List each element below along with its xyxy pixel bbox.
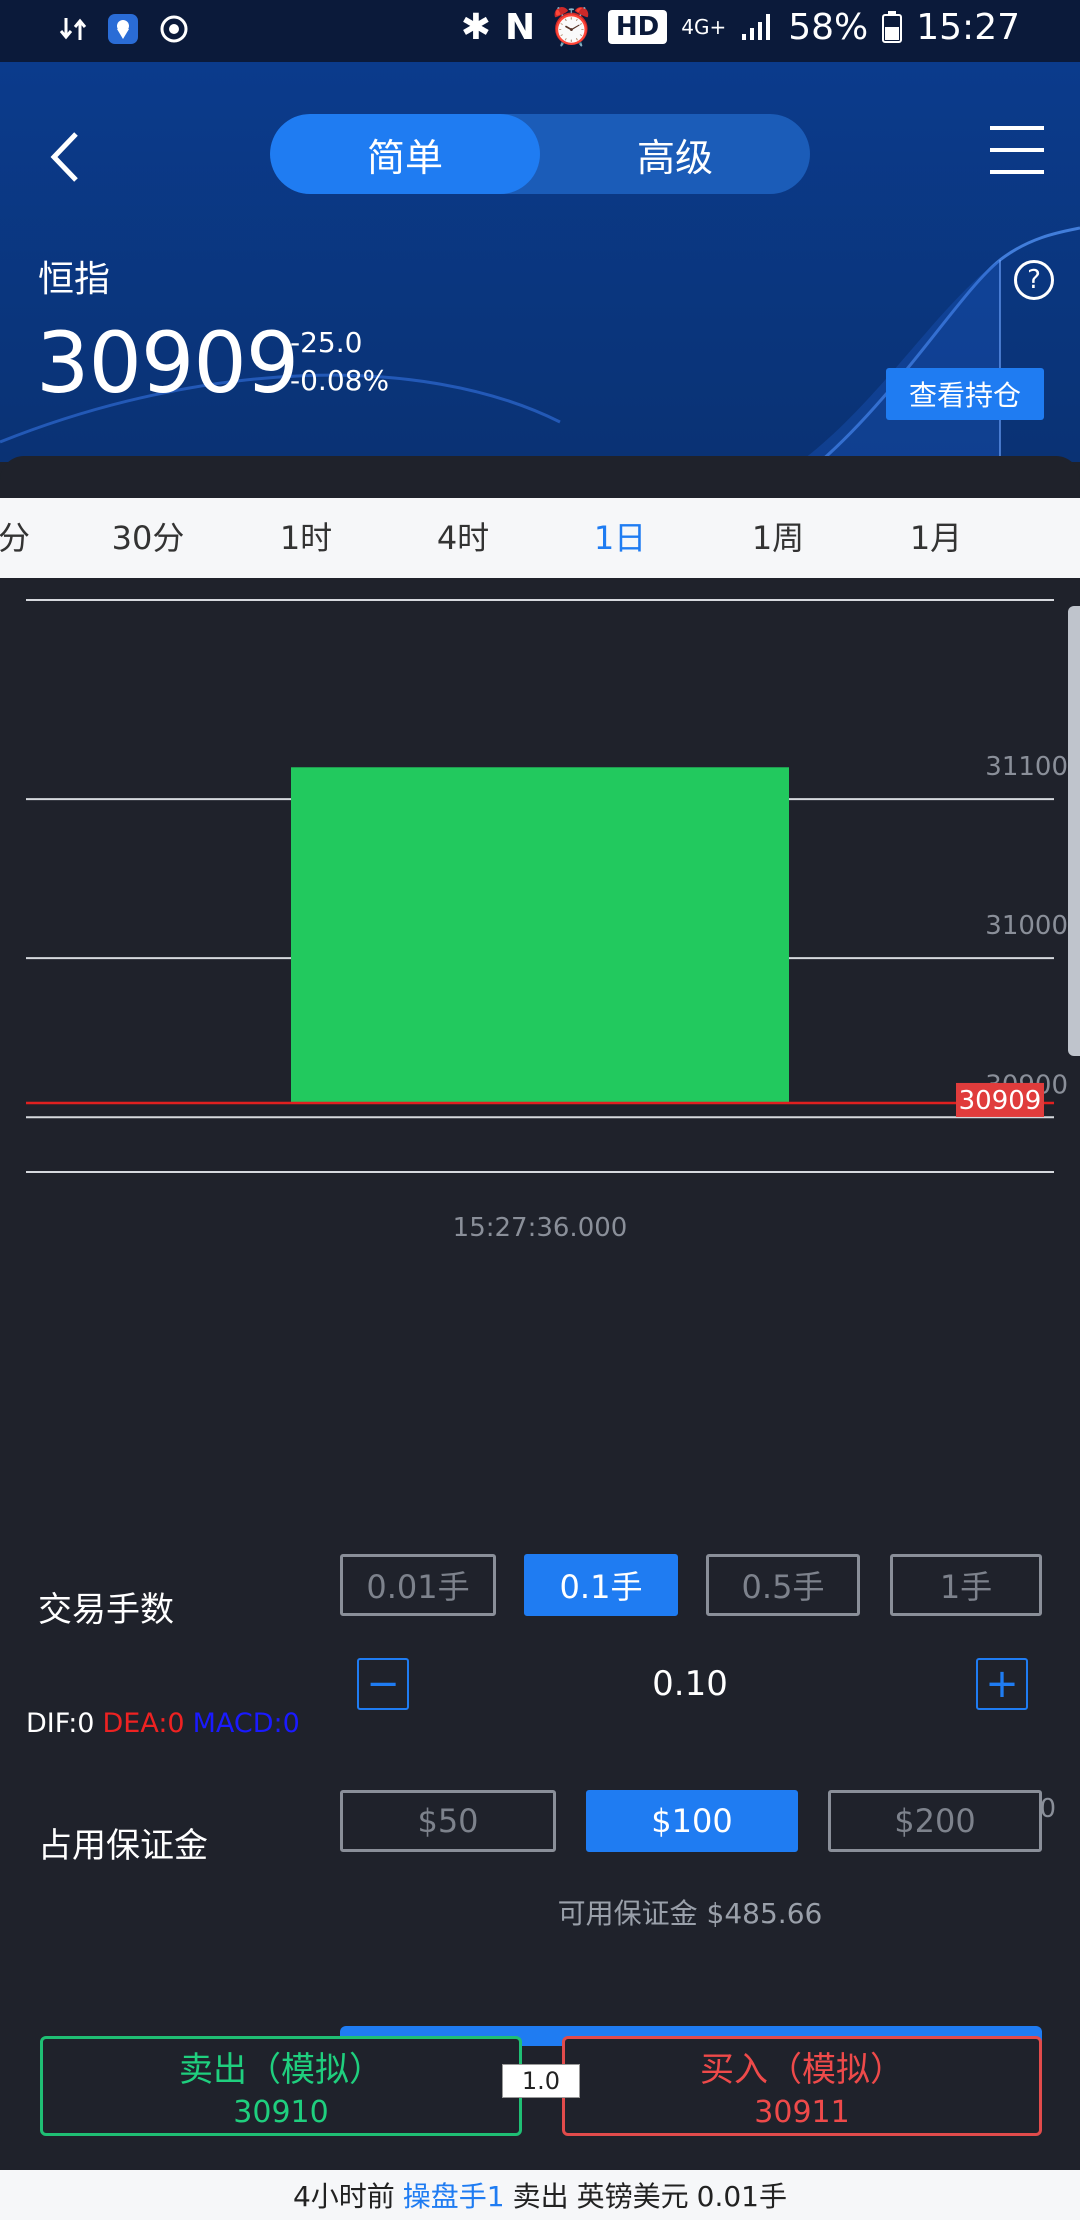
- bluetooth-icon: ✱: [460, 6, 491, 48]
- tab-timeframe-30m[interactable]: 30分: [112, 498, 185, 578]
- margin-option-200[interactable]: $200: [828, 1790, 1042, 1852]
- mode-toggle: 简单 高级: [270, 114, 810, 194]
- available-margin: 可用保证金 $485.66: [557, 1897, 823, 1930]
- current-price: 30909: [36, 314, 299, 412]
- view-positions-button[interactable]: 查看持仓: [886, 368, 1044, 420]
- activity-ticker: 4小时前 操盘手1 卖出 英镑美元 0.01手: [0, 2170, 1080, 2220]
- tab-simple[interactable]: 简单: [270, 114, 540, 194]
- quote-header: 简单 高级 恒指 30909 -25.0 -0.08% ? 查看持仓: [0, 62, 1080, 462]
- main-panel: 分 30分 1时 4时 1日 1周 1月 3110031000309003090…: [0, 456, 1080, 2220]
- lot-size-label: 交易手数: [38, 1590, 174, 1630]
- lot-option-0.01[interactable]: 0.01手: [340, 1554, 496, 1616]
- price-chart[interactable]: 3110031000309003090915:27:36.000: [0, 596, 1080, 1356]
- status-icons-left: [58, 12, 190, 46]
- tab-timeframe-1mo[interactable]: 1月: [910, 498, 962, 578]
- candle-body: [291, 767, 789, 1103]
- ticker-instrument: 英镑美元: [576, 2180, 689, 2213]
- instrument-name: 恒指: [38, 259, 111, 300]
- margin-label: 占用保证金: [38, 1826, 208, 1866]
- hd-badge: HD: [607, 10, 668, 44]
- y-tick-label: 31100: [985, 752, 1068, 782]
- tab-advanced[interactable]: 高级: [540, 114, 810, 194]
- price-change-percent: -0.08%: [290, 364, 390, 397]
- y-tick-label: 31000: [985, 911, 1068, 941]
- lot-option-0.5[interactable]: 0.5手: [706, 1554, 860, 1616]
- buy-label: 买入（模拟）: [700, 2050, 904, 2090]
- nfc-icon: N: [504, 6, 536, 48]
- app-screen: ✱ N ⏰ HD 4G+ 58% 15:27 简单 高级 恒指 30909 -2…: [0, 0, 1080, 2220]
- help-icon[interactable]: ?: [1014, 260, 1054, 300]
- x-tick-label: 15:27:36.000: [453, 1213, 628, 1243]
- quantity-value: 0.10: [652, 1664, 728, 1704]
- lot-option-1[interactable]: 1手: [890, 1554, 1042, 1616]
- tab-timeframe-1h[interactable]: 1时: [280, 498, 332, 578]
- margin-option-100[interactable]: $100: [586, 1790, 798, 1852]
- macd-value: MACD:0: [192, 1708, 300, 1739]
- status-bar: ✱ N ⏰ HD 4G+ 58% 15:27: [0, 0, 1080, 62]
- menu-icon[interactable]: [990, 126, 1044, 174]
- signal-icon: [742, 14, 771, 40]
- ticker-action: 卖出: [512, 2180, 569, 2213]
- timeframe-tabs: 分 30分 1时 4时 1日 1周 1月: [0, 498, 1080, 578]
- ticker-amount: 0.01手: [696, 2180, 788, 2213]
- buy-price: 30911: [754, 2095, 850, 2130]
- tab-timeframe-4h[interactable]: 4时: [437, 498, 489, 578]
- lot-option-0.1[interactable]: 0.1手: [524, 1554, 678, 1616]
- status-icons-right: ✱ N ⏰ HD 4G+ 58% 15:27: [460, 6, 1020, 49]
- sync-icon: [160, 15, 188, 43]
- location-app-icon: [108, 14, 138, 44]
- chart-scroll-handle[interactable]: [1068, 606, 1080, 1056]
- battery-percent: 58%: [788, 6, 869, 48]
- quantity-decrease-button[interactable]: −: [357, 1658, 409, 1710]
- sell-price: 30910: [233, 2095, 329, 2130]
- data-transfer-icon: [59, 18, 87, 40]
- tab-timeframe-1d[interactable]: 1日: [594, 498, 646, 578]
- sell-label: 卖出（模拟）: [179, 2050, 383, 2090]
- spread-badge: 1.0: [502, 2064, 580, 2098]
- current-price-tag-label: 30909: [959, 1086, 1042, 1116]
- battery-icon: [882, 11, 903, 43]
- buy-button[interactable]: 买入（模拟） 30911: [562, 2036, 1042, 2136]
- clock: 15:27: [916, 6, 1020, 48]
- sell-button[interactable]: 卖出（模拟） 30910: [40, 2036, 522, 2136]
- ticker-time: 4小时前: [292, 2180, 395, 2213]
- alarm-icon: ⏰: [549, 7, 594, 48]
- price-change: -25.0: [290, 326, 363, 359]
- network-type: 4G+: [681, 15, 727, 39]
- tab-timeframe-minute[interactable]: 分: [0, 498, 30, 578]
- back-button[interactable]: [40, 122, 90, 192]
- macd-legend: DIF:0 DEA:0 MACD:0: [26, 1708, 308, 1739]
- tab-timeframe-1w[interactable]: 1周: [752, 498, 804, 578]
- quantity-increase-button[interactable]: +: [976, 1658, 1028, 1710]
- margin-option-50[interactable]: $50: [340, 1790, 556, 1852]
- ticker-user[interactable]: 操盘手1: [403, 2175, 505, 2215]
- macd-dif: DIF:0: [26, 1708, 95, 1739]
- macd-dea: DEA:0: [102, 1708, 185, 1739]
